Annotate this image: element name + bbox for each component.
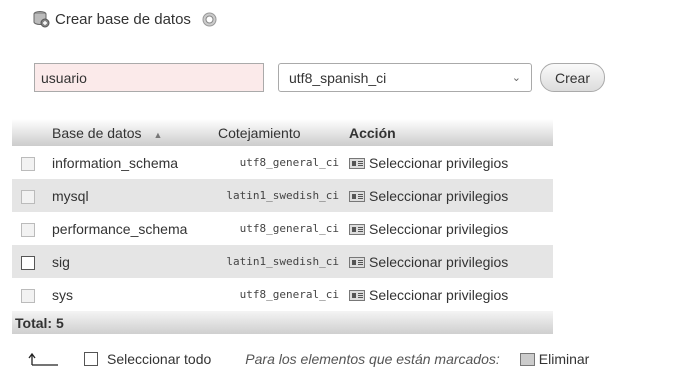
select-privileges-link[interactable]: Seleccionar privilegios bbox=[345, 278, 553, 311]
databases-table: Base de datos ▲ Cotejamiento Acción infor… bbox=[12, 119, 553, 334]
table-row: information_schema utf8_general_ci Selec… bbox=[12, 146, 553, 179]
database-name-link[interactable]: sig bbox=[48, 245, 214, 278]
row-checkbox[interactable] bbox=[21, 255, 35, 270]
create-button[interactable]: Crear bbox=[540, 63, 606, 92]
database-name-link[interactable]: performance_schema bbox=[48, 212, 214, 245]
header-collation[interactable]: Cotejamiento bbox=[214, 119, 345, 146]
header-database-name[interactable]: Base de datos ▲ bbox=[48, 119, 214, 146]
select-all-label[interactable]: Seleccionar todo bbox=[107, 351, 211, 367]
database-name-link[interactable]: mysql bbox=[48, 179, 214, 212]
privileges-icon bbox=[349, 224, 365, 236]
select-privileges-link[interactable]: Seleccionar privilegios bbox=[345, 146, 553, 179]
privileges-icon bbox=[349, 158, 365, 170]
row-checkbox[interactable] bbox=[21, 288, 35, 303]
collation-select[interactable]: utf8_spanish_ci ⌄ bbox=[278, 63, 532, 92]
database-collation: latin1_swedish_ci bbox=[214, 245, 345, 278]
header-action-label: Acción bbox=[349, 124, 396, 141]
delete-icon[interactable] bbox=[519, 352, 535, 366]
create-database-header: Crear base de datos bbox=[32, 10, 217, 28]
total-label: Total: 5 bbox=[12, 311, 553, 334]
database-collation: utf8_general_ci bbox=[214, 212, 345, 245]
table-row: sys utf8_general_ci Seleccionar privileg… bbox=[12, 278, 553, 311]
row-checkbox[interactable] bbox=[21, 222, 35, 237]
database-name-link[interactable]: sys bbox=[48, 278, 214, 311]
select-privileges-link[interactable]: Seleccionar privilegios bbox=[345, 179, 553, 212]
select-privileges-label: Seleccionar privilegios bbox=[369, 253, 509, 270]
marked-items-label: Para los elementos que están marcados: bbox=[245, 351, 500, 367]
header-database-name-label: Base de datos bbox=[52, 124, 142, 141]
privileges-icon bbox=[349, 290, 365, 302]
create-database-form: utf8_spanish_ci ⌄ Crear bbox=[34, 63, 606, 92]
row-checkbox[interactable] bbox=[21, 189, 35, 204]
row-checkbox[interactable] bbox=[21, 156, 35, 171]
database-name-link[interactable]: information_schema bbox=[48, 146, 214, 179]
select-privileges-label: Seleccionar privilegios bbox=[369, 220, 509, 237]
bulk-actions-footer: Seleccionar todo Para los elementos que … bbox=[28, 351, 589, 367]
create-database-title: Crear base de datos bbox=[55, 10, 191, 28]
table-row: performance_schema utf8_general_ci Selec… bbox=[12, 212, 553, 245]
database-name-input[interactable] bbox=[34, 63, 264, 92]
table-row: sig latin1_swedish_ci Seleccionar privil… bbox=[12, 245, 553, 278]
database-add-icon bbox=[32, 10, 50, 28]
database-collation: utf8_general_ci bbox=[214, 146, 345, 179]
header-checkbox-cell bbox=[12, 119, 48, 146]
table-header-row: Base de datos ▲ Cotejamiento Acción bbox=[12, 119, 553, 146]
privileges-icon bbox=[349, 257, 365, 269]
privileges-icon bbox=[349, 191, 365, 203]
select-privileges-link[interactable]: Seleccionar privilegios bbox=[345, 212, 553, 245]
table-row: mysql latin1_swedish_ci Seleccionar priv… bbox=[12, 179, 553, 212]
header-collation-label: Cotejamiento bbox=[218, 124, 301, 141]
header-action: Acción bbox=[345, 119, 553, 146]
delete-button[interactable]: Eliminar bbox=[539, 351, 590, 367]
sort-asc-icon: ▲ bbox=[153, 129, 163, 140]
select-all-checkbox[interactable] bbox=[84, 352, 98, 366]
arrow-up-icon bbox=[28, 352, 60, 366]
help-icon[interactable] bbox=[202, 12, 217, 27]
total-row: Total: 5 bbox=[12, 311, 553, 334]
select-privileges-label: Seleccionar privilegios bbox=[369, 187, 509, 204]
collation-select-value: utf8_spanish_ci bbox=[289, 69, 387, 86]
select-privileges-label: Seleccionar privilegios bbox=[369, 286, 509, 303]
select-privileges-link[interactable]: Seleccionar privilegios bbox=[345, 245, 553, 278]
select-privileges-label: Seleccionar privilegios bbox=[369, 154, 509, 171]
database-collation: latin1_swedish_ci bbox=[214, 179, 345, 212]
database-collation: utf8_general_ci bbox=[214, 278, 345, 311]
chevron-down-icon: ⌄ bbox=[511, 72, 521, 84]
